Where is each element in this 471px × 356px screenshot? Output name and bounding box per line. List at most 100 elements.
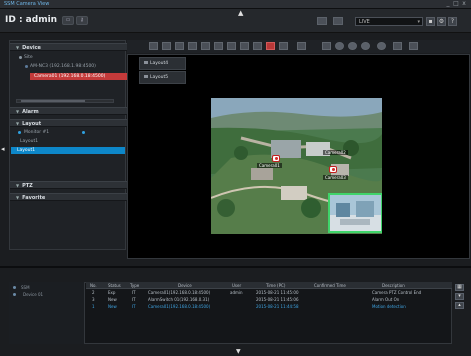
- tree-camera-selected[interactable]: Camera01 (192.168.0.18:4500): [30, 73, 127, 80]
- table-row[interactable]: 1 New IT Camera01(192.168.0.18:4500) 201…: [86, 304, 452, 310]
- camera-pin-icon[interactable]: [272, 155, 280, 162]
- tree-site[interactable]: Site: [24, 55, 33, 60]
- section-alarm[interactable]: ▼ Alarm: [10, 107, 127, 115]
- focus-icon[interactable]: [361, 42, 370, 50]
- event-down-button[interactable]: ▾: [455, 293, 464, 300]
- close-button[interactable]: x: [461, 1, 467, 7]
- col-description[interactable]: Description: [382, 283, 405, 288]
- layout-icon: [144, 75, 148, 78]
- table-row[interactable]: 2 Exp IT Camera01(192.168.0.18:4500) adm…: [86, 290, 452, 296]
- user-settings-button[interactable]: ▭: [62, 16, 74, 25]
- cell-device: AlarmSwitch 01(192.168.0.31): [148, 297, 210, 302]
- pip-camera-view[interactable]: [328, 193, 382, 233]
- event-up-button[interactable]: ▴: [455, 302, 464, 309]
- map-icon[interactable]: [214, 42, 223, 50]
- cell-type: IT: [132, 304, 136, 309]
- section-device[interactable]: ▼ Device: [10, 43, 127, 51]
- cell-status: Exp: [108, 290, 116, 295]
- cell-device: Camera01(192.168.0.18:4500): [148, 290, 211, 295]
- event-tree-ssm[interactable]: SSM: [21, 285, 30, 290]
- cell-description: Motion detection: [372, 304, 406, 309]
- video-view-area[interactable]: Layout4 Layout5 Camera01 Camera02 Camera…: [127, 54, 470, 259]
- collapse-triangle-icon: ▼: [16, 121, 20, 126]
- tree-monitor[interactable]: Monitor #1: [24, 130, 49, 135]
- section-ptz[interactable]: ▼ PTZ: [10, 181, 127, 189]
- user-id-label: ID : admin: [5, 15, 58, 25]
- event-grid-button[interactable]: ▦: [455, 284, 464, 291]
- tree-device-nvr[interactable]: AM-NC3 (192.168.1.98:4500): [30, 64, 96, 69]
- layout-tab-label: Layout5: [150, 75, 169, 80]
- pip-image: [330, 195, 381, 231]
- cell-no: 2: [92, 290, 95, 295]
- layout-tab-1[interactable]: Layout4: [139, 57, 186, 70]
- col-time[interactable]: Time (PC): [266, 283, 285, 288]
- section-favorite-label: Favorite: [22, 195, 46, 201]
- layout-tab-2[interactable]: Layout5: [139, 71, 186, 84]
- cell-description: Alarm Out On: [372, 297, 400, 302]
- event-table-header: No. Status Type Device User Time (PC) Co…: [86, 282, 452, 289]
- col-confirmed[interactable]: Confirmed Time: [314, 283, 346, 288]
- fullscreen-icon[interactable]: [279, 42, 288, 50]
- record-icon[interactable]: [266, 42, 275, 50]
- left-panel: ▼ Device Site AM-NC3 (192.168.1.98:4500) …: [9, 40, 127, 250]
- event-tree-panel: SSM Device 01: [9, 282, 85, 344]
- layout-3x3-icon[interactable]: [175, 42, 184, 50]
- col-user[interactable]: User: [232, 283, 241, 288]
- site-icon: [19, 56, 22, 59]
- pane-separator[interactable]: [0, 266, 471, 268]
- col-status[interactable]: Status: [108, 283, 121, 288]
- screen-icon[interactable]: ▪: [426, 17, 435, 26]
- device-icon: [13, 293, 16, 296]
- tree-layout-item[interactable]: Layout1: [20, 139, 38, 144]
- cell-user: admin: [230, 290, 243, 295]
- collapse-triangle-icon: ▼: [16, 183, 20, 188]
- help-icon[interactable]: ?: [448, 17, 457, 26]
- context-select[interactable]: LIVE ▾: [355, 17, 423, 26]
- context-select-value: LIVE: [359, 19, 370, 25]
- collapse-up-icon[interactable]: ▲: [238, 9, 243, 17]
- event-tree-device[interactable]: Device 01: [23, 292, 43, 297]
- section-layout-label: Layout: [22, 121, 42, 127]
- gear-icon[interactable]: ⚙: [437, 17, 446, 26]
- col-device[interactable]: Device: [178, 283, 192, 288]
- user-logout-button[interactable]: ⚷: [76, 16, 88, 25]
- camera-pin-icon[interactable]: [329, 166, 337, 173]
- tree-hscrollbar[interactable]: [16, 99, 114, 103]
- settings-round-icon[interactable]: [377, 42, 386, 50]
- recorder-icon: [25, 65, 28, 68]
- print-icon[interactable]: [253, 42, 262, 50]
- zoom-in-icon[interactable]: [335, 42, 344, 50]
- section-favorite[interactable]: ▼ Favorite: [10, 193, 127, 201]
- expand-down-icon[interactable]: ▼: [236, 348, 241, 355]
- audio-icon[interactable]: [297, 42, 306, 50]
- panel-toggle-icon[interactable]: [409, 42, 418, 50]
- side-panel-toggle-icon[interactable]: ◂: [1, 144, 7, 154]
- grid-view-icon[interactable]: [317, 17, 327, 25]
- layout-4x4-icon[interactable]: [188, 42, 197, 50]
- ptz-icon[interactable]: [322, 42, 331, 50]
- col-no[interactable]: No.: [90, 283, 97, 288]
- layout-tab-label: Layout4: [150, 61, 169, 66]
- window-titlebar: SSM Camera View _ □ x: [0, 0, 471, 9]
- key-icon: ⚷: [80, 17, 84, 23]
- layout-1x1-icon[interactable]: [149, 42, 158, 50]
- scrollbar-thumb[interactable]: [21, 100, 85, 102]
- layout-custom-icon[interactable]: [201, 42, 210, 50]
- play-icon[interactable]: [393, 42, 402, 50]
- cell-type: IT: [132, 290, 136, 295]
- zoom-out-icon[interactable]: [348, 42, 357, 50]
- tree-layout-selected[interactable]: Layout1: [11, 147, 125, 154]
- table-row[interactable]: 3 New IT AlarmSwitch 01(192.168.0.31) 20…: [86, 297, 452, 303]
- cell-device: Camera01(192.168.0.18:4500): [148, 304, 211, 309]
- maximize-button[interactable]: □: [453, 1, 459, 7]
- col-type[interactable]: Type: [130, 283, 139, 288]
- minimize-button[interactable]: _: [445, 1, 451, 7]
- section-alarm-label: Alarm: [22, 109, 39, 115]
- section-layout[interactable]: ▼ Layout: [10, 119, 127, 127]
- lock-icon[interactable]: [227, 42, 236, 50]
- layout-2x2-icon[interactable]: [162, 42, 171, 50]
- monitor-view-icon[interactable]: [333, 17, 343, 25]
- cell-time: 2015-08-21 11:44:58: [256, 304, 299, 309]
- capture-icon[interactable]: [240, 42, 249, 50]
- camera-aerial-map[interactable]: Camera01 Camera02 Camera03: [211, 98, 382, 234]
